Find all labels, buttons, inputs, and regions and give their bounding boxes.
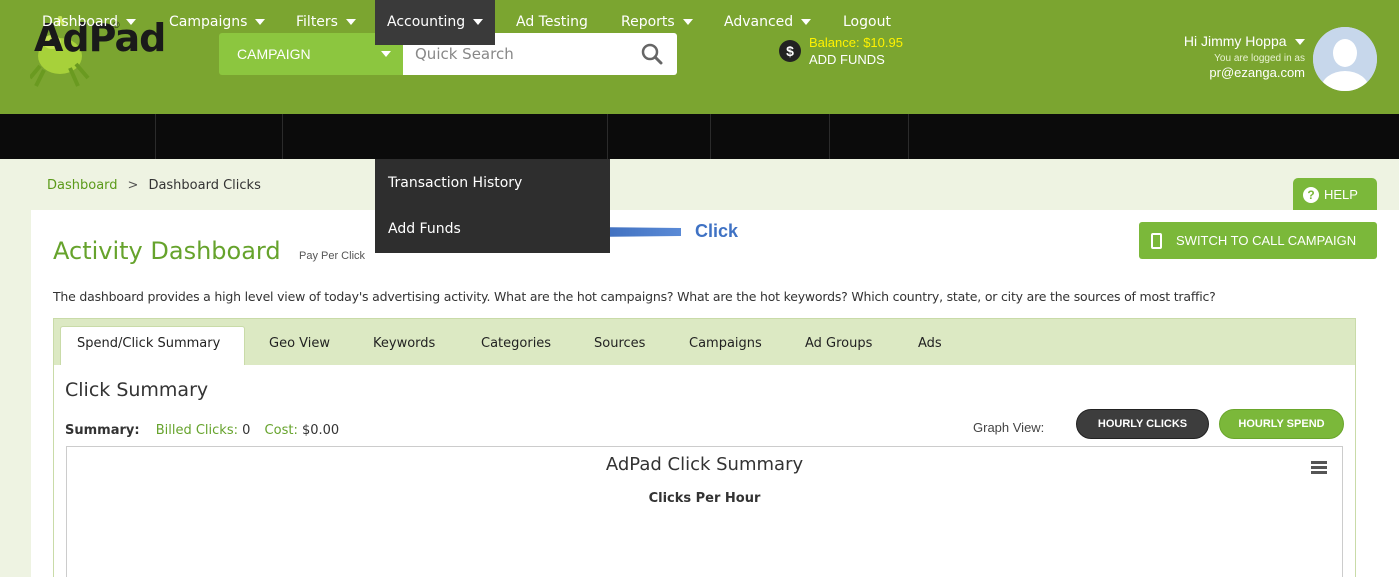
caret-down-icon [345, 19, 356, 25]
breadcrumb-separator: > [127, 178, 139, 193]
cost-label: Cost: [264, 423, 298, 438]
nav-divider [908, 114, 909, 159]
tab-ads[interactable]: Ads [918, 336, 942, 351]
graph-view-label: Graph View: [973, 420, 1045, 435]
dropdown-item-add-funds[interactable]: Add Funds [388, 221, 461, 237]
phone-icon [1151, 232, 1162, 249]
nav-logout[interactable]: Logout [843, 0, 891, 45]
nav-divider [282, 114, 283, 159]
add-funds-link[interactable]: ADD FUNDS [809, 52, 885, 67]
nav-logout-label: Logout [843, 14, 891, 30]
user-menu[interactable]: Hi Jimmy Hoppa You are logged in as pr@e… [1184, 33, 1305, 80]
caret-down-icon [125, 19, 136, 25]
breadcrumb-dashboard-link[interactable]: Dashboard [47, 178, 118, 193]
nav-dashboard-label: Dashboard [42, 14, 118, 30]
tab-spend-click-summary[interactable]: Spend/Click Summary [77, 336, 220, 351]
nav-divider [829, 114, 830, 159]
hourly-spend-button[interactable]: HOURLY SPEND [1219, 409, 1344, 439]
help-label: HELP [1324, 187, 1358, 202]
avatar[interactable] [1313, 27, 1377, 91]
caret-down-icon [1295, 38, 1305, 45]
summary-row: Summary: Billed Clicks: 0 Cost: $0.00 [65, 423, 339, 438]
breadcrumb: Dashboard > Dashboard Clicks [47, 178, 261, 193]
chart-title: AdPad Click Summary [605, 454, 804, 475]
nav-ad-testing[interactable]: Ad Testing [516, 0, 588, 45]
hourly-clicks-button[interactable]: HOURLY CLICKS [1076, 409, 1209, 439]
nav-accounting[interactable]: Accounting [375, 0, 496, 45]
user-email: pr@ezanga.com [1209, 65, 1305, 80]
switch-button-label: SWITCH TO CALL CAMPAIGN [1176, 233, 1357, 248]
page-description: The dashboard provides a high level view… [53, 289, 1216, 304]
billed-clicks-value: 0 [242, 423, 251, 438]
caret-down-icon [801, 19, 812, 25]
nav-reports-label: Reports [621, 14, 675, 30]
nav-reports[interactable]: Reports [621, 0, 693, 45]
nav-accounting-label: Accounting [387, 14, 466, 30]
nav-filters-label: Filters [296, 14, 338, 30]
user-avatar-icon [1313, 27, 1377, 91]
nav-divider [607, 114, 608, 159]
caret-down-icon [682, 19, 693, 25]
nav-dashboard[interactable]: Dashboard [42, 0, 136, 45]
chart-subtitle: Clicks Per Hour [648, 491, 761, 506]
section-title: Click Summary [65, 379, 209, 401]
summary-label: Summary: [65, 423, 140, 438]
billed-clicks-label: Billed Clicks: [155, 423, 238, 438]
question-icon: ? [1303, 186, 1319, 203]
page-subtitle: Pay Per Click [299, 250, 366, 262]
tab-categories[interactable]: Categories [481, 336, 551, 351]
user-greeting: Hi Jimmy Hoppa [1183, 33, 1287, 49]
dropdown-item-transaction-history[interactable]: Transaction History [388, 175, 522, 191]
search-icon[interactable] [641, 43, 663, 65]
help-button[interactable]: ? HELP [1293, 178, 1377, 211]
breadcrumb-current: Dashboard Clicks [148, 178, 261, 193]
accounting-dropdown: Transaction History Add Funds [375, 159, 610, 253]
nav-advanced-label: Advanced [724, 14, 794, 30]
switch-to-call-campaign-button[interactable]: SWITCH TO CALL CAMPAIGN [1139, 222, 1377, 259]
caret-down-icon [473, 19, 484, 25]
main-nav [0, 114, 1399, 159]
annotation-click-label: Click [695, 221, 739, 241]
nav-ad-testing-label: Ad Testing [516, 14, 588, 30]
caret-down-icon [255, 19, 266, 25]
cost-value: $0.00 [301, 423, 340, 438]
caret-down-icon [381, 51, 391, 57]
tab-keywords[interactable]: Keywords [373, 336, 435, 351]
nav-divider [710, 114, 711, 159]
page-title: Activity Dashboard [53, 237, 281, 265]
nav-divider [155, 114, 156, 159]
tab-ad-groups[interactable]: Ad Groups [805, 336, 872, 351]
login-status: You are logged in as [1214, 53, 1305, 64]
tab-campaigns[interactable]: Campaigns [689, 336, 762, 351]
nav-campaigns-label: Campaigns [169, 14, 248, 30]
nav-advanced[interactable]: Advanced [724, 0, 812, 45]
nav-campaigns[interactable]: Campaigns [169, 0, 266, 45]
tab-sources[interactable]: Sources [594, 336, 645, 351]
tab-geo-view[interactable]: Geo View [269, 336, 330, 351]
nav-filters[interactable]: Filters [296, 0, 356, 45]
campaign-select-label: CAMPAIGN [237, 46, 311, 62]
